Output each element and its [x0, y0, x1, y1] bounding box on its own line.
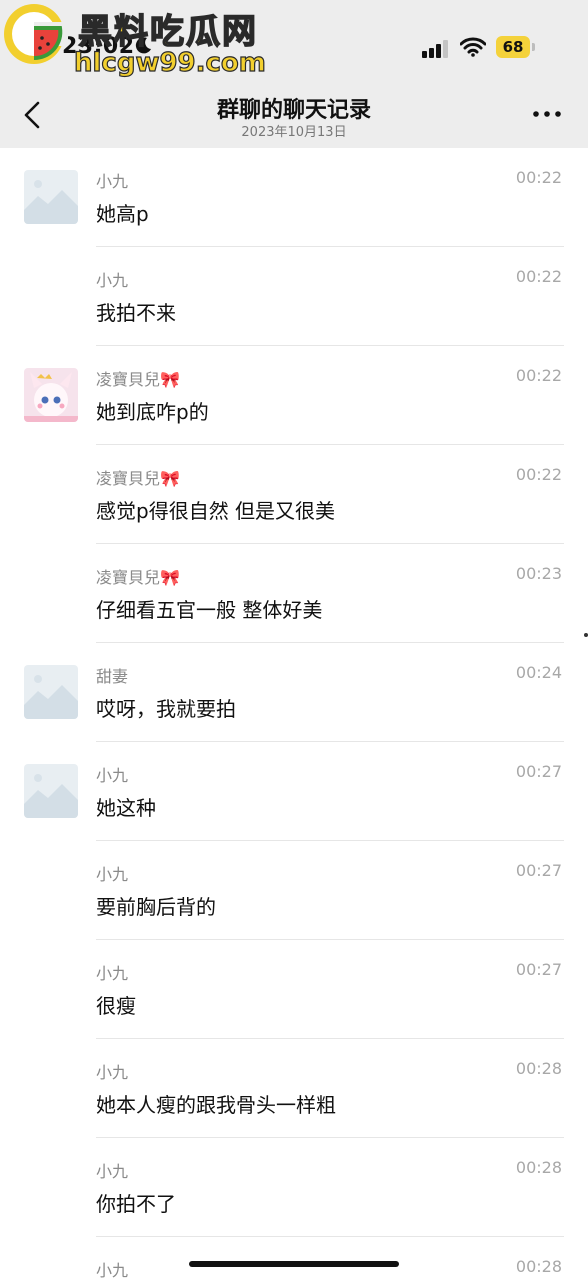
sender-name: 小九	[96, 1063, 129, 1082]
message-text: 你拍不了	[96, 1192, 176, 1216]
battery-cap	[532, 43, 535, 51]
sender-name: 小九	[96, 766, 129, 785]
home-indicator[interactable]	[189, 1261, 399, 1267]
message-text: 我拍不来	[96, 301, 176, 325]
sender-name: 甜妻	[96, 667, 129, 686]
cellular-signal-icon	[422, 40, 448, 58]
message-row[interactable]: 甜妻 00:24 哎呀，我就要拍	[0, 643, 588, 742]
message-text: 她高p	[96, 202, 149, 226]
image-placeholder-icon	[24, 764, 78, 818]
message-time: 00:27	[515, 960, 562, 979]
image-placeholder-icon	[24, 665, 78, 719]
message-time: 00:28	[515, 1059, 562, 1078]
message-row[interactable]: 小九 00:27 要前胸后背的	[0, 841, 588, 940]
sender-name: 小九	[96, 1261, 129, 1280]
message-row[interactable]: 凌寶貝兒🎀 00:22 感觉p得很自然 但是又很美	[0, 445, 588, 544]
avatar-placeholder[interactable]	[24, 170, 78, 224]
image-placeholder-icon	[24, 170, 78, 224]
anime-avatar-icon	[24, 368, 78, 422]
message-time: 00:27	[515, 762, 562, 781]
message-row[interactable]: 小九 00:27 她这种	[0, 742, 588, 841]
message-row[interactable]: 小九 00:22 她高p	[0, 148, 588, 247]
sender-name: 凌寶貝兒🎀	[96, 370, 180, 389]
message-row[interactable]: 凌寶貝兒🎀 00:22 她到底咋p的	[0, 346, 588, 445]
message-row[interactable]: 小九 00:28	[0, 1237, 588, 1280]
message-row[interactable]: 小九 00:28 她本人瘦的跟我骨头一样粗	[0, 1039, 588, 1138]
message-text: 很瘦	[96, 994, 136, 1018]
message-time: 00:23	[515, 564, 562, 583]
page-title: 群聊的聊天记录	[216, 98, 371, 123]
message-time: 00:22	[515, 267, 562, 286]
battery-level: 68	[496, 36, 530, 58]
message-time: 00:22	[515, 366, 562, 385]
message-row[interactable]: 小九 00:28 你拍不了	[0, 1138, 588, 1237]
wifi-icon	[460, 37, 486, 57]
sender-name: 小九	[96, 964, 129, 983]
message-time: 00:28	[515, 1257, 562, 1276]
sender-name: 小九	[96, 271, 129, 290]
scroll-indicator-dot	[584, 633, 588, 637]
message-time: 00:22	[515, 168, 562, 187]
message-text: 她到底咋p的	[96, 400, 209, 424]
page-subtitle: 2023年10月13日	[241, 125, 347, 140]
message-time: 00:27	[515, 861, 562, 880]
message-text: 她这种	[96, 796, 156, 820]
message-time: 00:22	[515, 465, 562, 484]
sender-name: 小九	[96, 172, 129, 191]
avatar-placeholder[interactable]	[24, 665, 78, 719]
message-text: 感觉p得很自然 但是又很美	[96, 499, 336, 523]
message-text: 哎呀，我就要拍	[96, 697, 236, 721]
sender-name: 凌寶貝兒🎀	[96, 568, 180, 587]
message-time: 00:28	[515, 1158, 562, 1177]
message-row[interactable]: 小九 00:22 我拍不来	[0, 247, 588, 346]
message-time: 00:24	[515, 663, 562, 682]
message-text: 要前胸后背的	[96, 895, 216, 919]
message-text: 仔细看五官一般 整体好美	[96, 598, 323, 622]
watermelon-logo-icon	[4, 4, 68, 64]
avatar-anime[interactable]	[24, 368, 78, 422]
more-dots-icon[interactable]	[530, 104, 564, 124]
sender-name: 小九	[96, 1162, 129, 1181]
sender-name: 小九	[96, 865, 129, 884]
battery-indicator: 68	[496, 36, 536, 58]
message-row[interactable]: 凌寶貝兒🎀 00:23 仔细看五官一般 整体好美	[0, 544, 588, 643]
watermark-url: hlcgw99.com	[73, 47, 266, 78]
watermark-title: 黑料吃瓜网	[77, 11, 258, 53]
message-text: 她本人瘦的跟我骨头一样粗	[96, 1093, 336, 1117]
message-row[interactable]: 小九 00:27 很瘦	[0, 940, 588, 1039]
avatar-placeholder[interactable]	[24, 764, 78, 818]
sender-name: 凌寶貝兒🎀	[96, 469, 180, 488]
chat-history-screen: 23:02 68 黑料吃瓜网 hlcgw99.com 群聊的聊天记录 2023年…	[0, 0, 588, 1280]
